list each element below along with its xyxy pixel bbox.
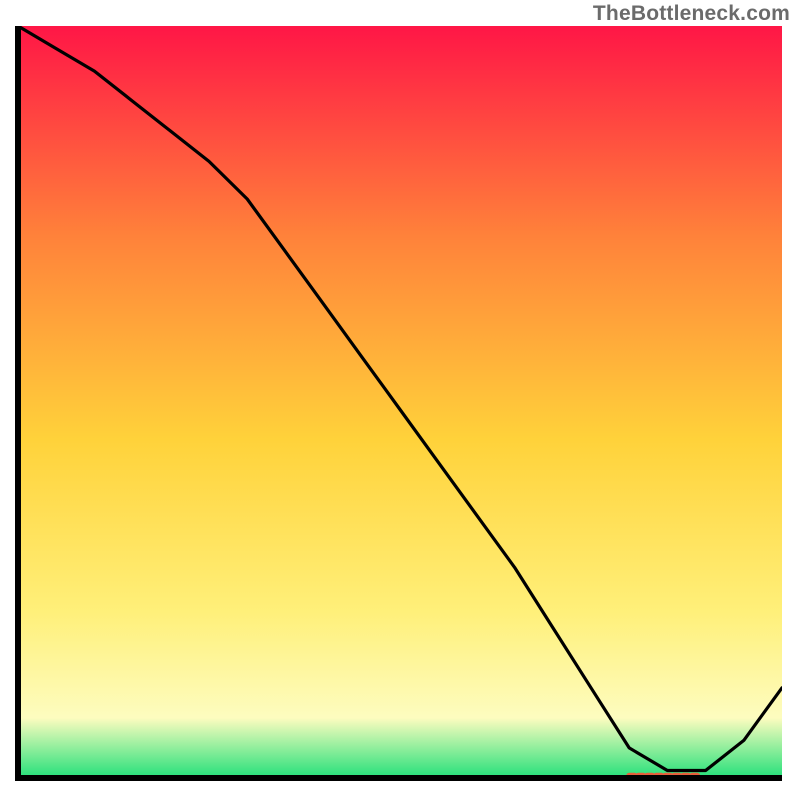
bottleneck-chart: [0, 0, 800, 800]
watermark-text: TheBottleneck.com: [593, 2, 790, 26]
plot-background: [18, 26, 782, 778]
chart-container: TheBottleneck.com: [0, 0, 800, 800]
